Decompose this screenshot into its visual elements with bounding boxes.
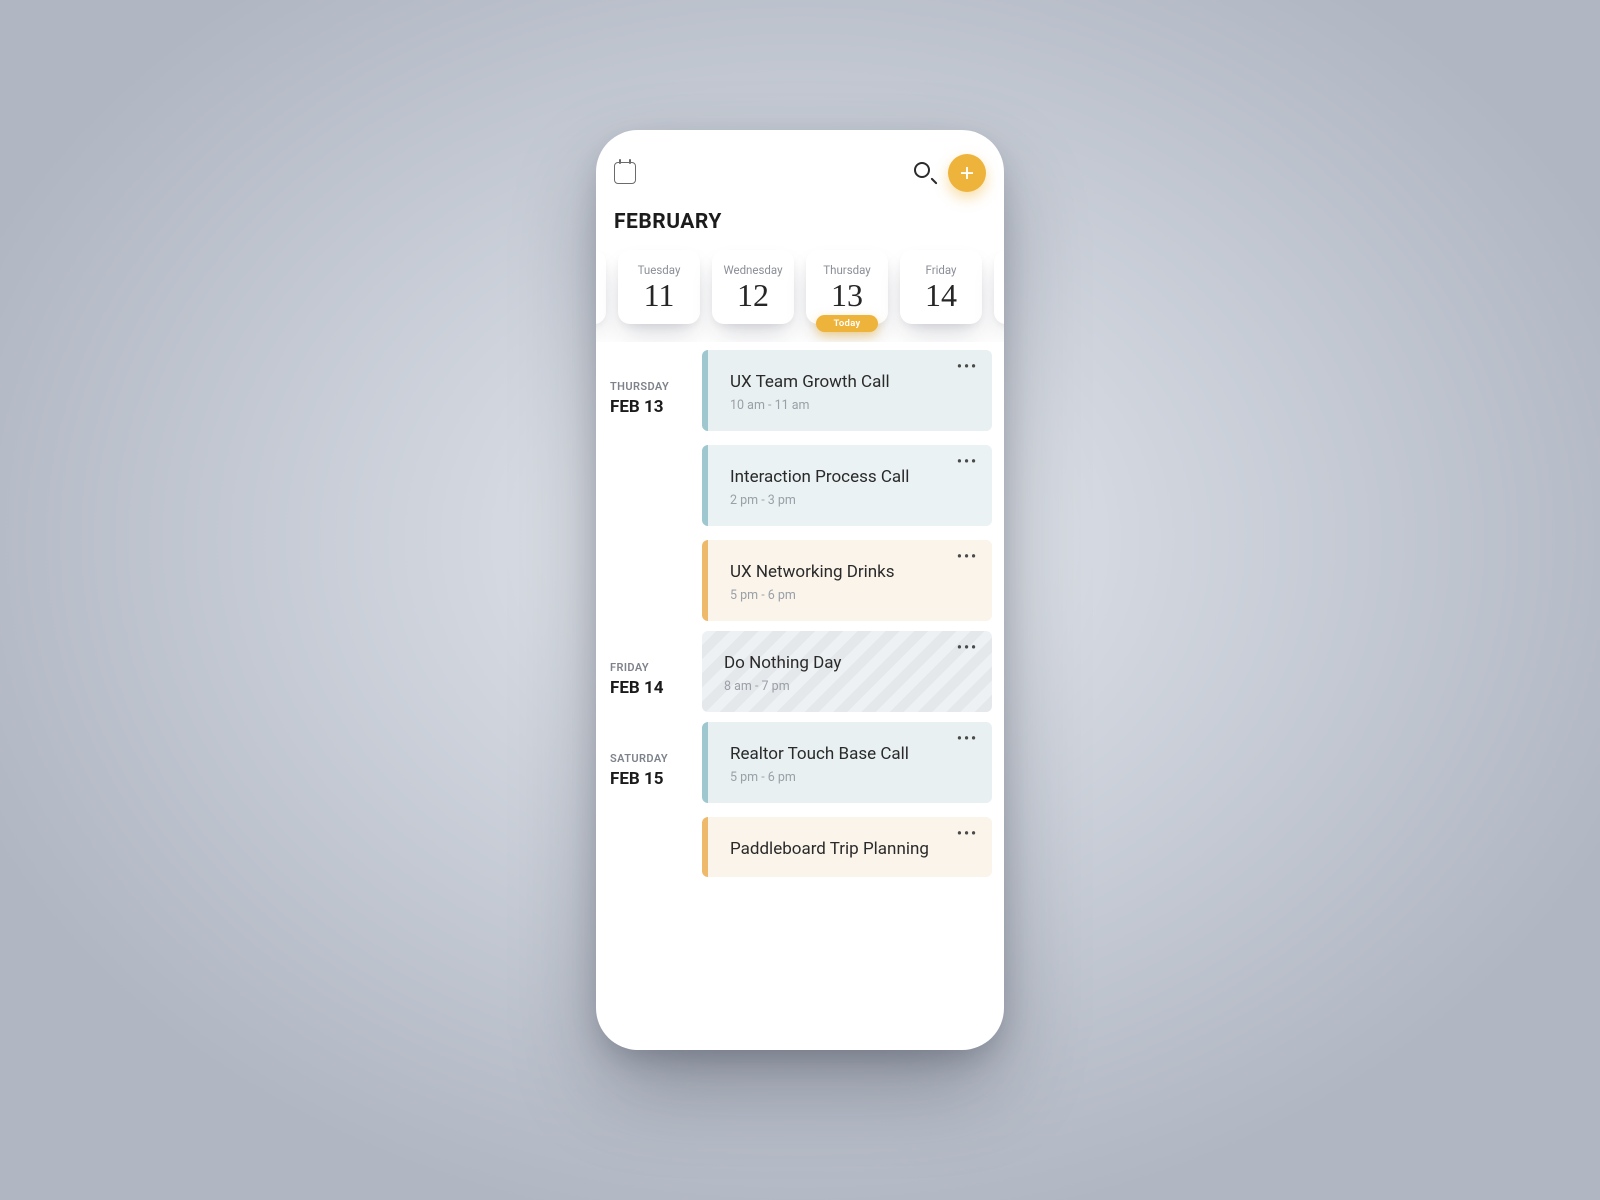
day-of-week: Thursday [823, 263, 870, 277]
day-number: 11 [644, 279, 675, 311]
event-card[interactable]: •••UX Team Growth Call 10 am - 11 am [702, 350, 992, 431]
group-day-of-week: FRIDAY [610, 661, 688, 674]
more-icon[interactable]: ••• [957, 550, 978, 564]
more-icon[interactable]: ••• [957, 827, 978, 841]
day-number: 13 [831, 279, 863, 311]
event-title: Do Nothing Day [724, 653, 974, 673]
today-chip: Today [816, 315, 878, 332]
event-title: Interaction Process Call [730, 467, 974, 487]
day-group: FRIDAY FEB 14 •••Do Nothing Day 8 am - 7 pm [610, 631, 992, 712]
event-time: 5 pm - 6 pm [730, 588, 974, 603]
day-group: THURSDAYFEB 13•••UX Team Growth Call10 a… [610, 350, 992, 621]
event-card[interactable]: •••Realtor Touch Base Call 5 pm - 6 pm [702, 722, 992, 803]
event-card[interactable]: •••Interaction Process Call 2 pm - 3 pm [702, 445, 992, 526]
search-icon[interactable] [914, 162, 936, 184]
group-day-of-week: SATURDAY [610, 752, 688, 765]
calendar-icon[interactable] [614, 162, 636, 184]
more-icon[interactable]: ••• [957, 360, 978, 374]
more-icon[interactable]: ••• [957, 455, 978, 469]
event-time: 8 am - 7 pm [724, 679, 974, 694]
month-title: FEBRUARY [596, 192, 1004, 244]
event-title: UX Team Growth Call [730, 372, 974, 392]
day-column: THURSDAY FEB 13 [610, 350, 688, 621]
day-card[interactable]: Tuesday 11 [618, 250, 700, 324]
day-of-week: Wednesday [723, 263, 782, 277]
event-time: 5 pm - 6 pm [730, 770, 974, 785]
day-card[interactable]: Thursday13Today [806, 250, 888, 324]
day-card[interactable]: Wednesday 12 [712, 250, 794, 324]
day-column: FRIDAY FEB 14 [610, 631, 688, 712]
add-button[interactable] [948, 154, 986, 192]
more-icon[interactable]: ••• [957, 641, 978, 655]
event-title: Realtor Touch Base Call [730, 744, 974, 764]
event-card[interactable]: •••UX Networking Drinks 5 pm - 6 pm [702, 540, 992, 621]
day-of-week: Friday [925, 263, 956, 277]
event-title: Paddleboard Trip Planning [730, 839, 974, 859]
day-of-week: Tuesday [638, 263, 681, 277]
group-day-of-week: THURSDAY [610, 380, 688, 393]
event-title: UX Networking Drinks [730, 562, 974, 582]
events-column: •••UX Team Growth Call10 am - 11 am•••In… [702, 350, 992, 621]
top-bar [596, 130, 1004, 192]
events-column: •••Do Nothing Day 8 am - 7 pm [702, 631, 992, 712]
event-card[interactable]: •••Paddleboard Trip Planning [702, 817, 992, 877]
group-date: FEB 14 [610, 678, 688, 698]
day-card[interactable]: y [596, 250, 606, 324]
event-time: 10 am - 11 am [730, 398, 974, 413]
day-card[interactable]: Friday 14 [900, 250, 982, 324]
phone-frame: FEBRUARY y Tuesday 11 Wednesday 12 Thursday 13… [596, 130, 1004, 1050]
agenda-list[interactable]: THURSDAYFEB 13•••UX Team Growth Call10 a… [596, 342, 1004, 877]
day-column: SATURDAY FEB 15 [610, 722, 688, 877]
day-number: 14 [925, 279, 957, 311]
event-time: 2 pm - 3 pm [730, 493, 974, 508]
group-date: FEB 13 [610, 397, 688, 417]
group-date: FEB 15 [610, 769, 688, 789]
event-card[interactable]: •••Do Nothing Day 8 am - 7 pm [702, 631, 992, 712]
day-group: SATURDAYFEB 15•••Realtor Touch Base Call… [610, 722, 992, 877]
day-number: 12 [737, 279, 769, 311]
more-icon[interactable]: ••• [957, 732, 978, 746]
day-card[interactable] [994, 250, 1004, 324]
day-strip[interactable]: y Tuesday 11 Wednesday 12 Thursday 13 Today Frid… [596, 244, 1004, 342]
events-column: •••Realtor Touch Base Call5 pm - 6 pm•••… [702, 722, 992, 877]
